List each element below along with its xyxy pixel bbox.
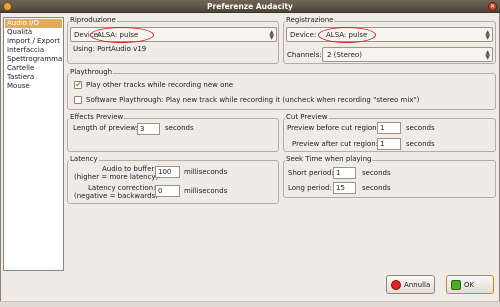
cancel-button[interactable]: Annulla — [386, 275, 435, 294]
software-playthrough-label[interactable]: Software Playthrough: Play new track whi… — [86, 96, 419, 105]
category-item-mouse[interactable]: Mouse — [5, 82, 62, 91]
category-item-qualita[interactable]: Qualità — [5, 28, 62, 37]
portaudio-version: Using: PortAudio v19 — [73, 45, 147, 53]
preview-before-input[interactable]: 1 — [377, 122, 401, 134]
checkmark-icon — [451, 280, 461, 290]
short-period-input[interactable]: 1 — [333, 167, 356, 179]
ok-button-label: OK — [464, 281, 475, 289]
audio-buffer-sublabel: (higher = more latency) — [74, 173, 159, 181]
audio-buffer-input[interactable]: 100 — [155, 166, 180, 178]
long-period-label: Long period: — [288, 184, 332, 192]
preview-length-input[interactable]: 3 — [137, 123, 160, 135]
category-item-tastiera[interactable]: Tastiera — [5, 73, 62, 82]
highlight-circle — [90, 27, 154, 43]
title-bar: Preferenze Audacity ✕ — [0, 0, 500, 13]
category-item-import-export[interactable]: Import / Export — [5, 37, 62, 46]
cancel-icon — [391, 280, 401, 290]
highlight-circle — [318, 27, 376, 43]
long-period-input[interactable]: 15 — [333, 182, 356, 194]
cancel-button-label: Annulla — [404, 281, 431, 289]
long-period-unit: seconds — [362, 184, 391, 192]
preview-before-unit: seconds — [406, 124, 435, 132]
playback-group-title: Riproduzione — [69, 16, 117, 24]
latency-correction-sublabel: (negative = backwards) — [74, 192, 158, 200]
play-other-tracks-label[interactable]: Play other tracks while recording new on… — [86, 81, 233, 90]
preview-length-unit: seconds — [165, 124, 194, 132]
short-period-label: Short period: — [288, 169, 334, 177]
latency-correction-input[interactable]: 0 — [155, 185, 180, 197]
cut-preview-title: Cut Preview — [285, 113, 329, 121]
ok-button[interactable]: OK — [446, 275, 494, 294]
preview-after-input[interactable]: 1 — [377, 138, 401, 150]
preview-before-label: Preview before cut region: — [287, 124, 379, 132]
category-item-audio-io[interactable]: Audio I/O — [5, 19, 62, 28]
short-period-unit: seconds — [362, 169, 391, 177]
seek-time-title: Seek Time when playing — [285, 155, 373, 163]
software-playthrough-checkbox[interactable] — [74, 96, 82, 104]
effects-preview-title: Effects Preview — [69, 113, 125, 121]
recording-group-title: Registrazione — [285, 16, 335, 24]
latency-group-title: Latency — [69, 155, 99, 163]
latency-correction-unit: milliseconds — [184, 187, 228, 195]
category-item-spettrogramma[interactable]: Spettrogramma — [5, 55, 62, 64]
category-item-interfaccia[interactable]: Interfaccia — [5, 46, 62, 55]
preview-length-label: Length of preview: — [73, 124, 138, 132]
channels-label: Channels: — [287, 51, 322, 59]
chevron-updown-icon: ▲ ▼ — [485, 49, 490, 61]
chevron-updown-icon: ▲ ▼ — [269, 29, 274, 41]
audio-buffer-unit: milliseconds — [184, 168, 228, 176]
recording-device-label: Device: — [290, 31, 317, 39]
preview-after-unit: seconds — [406, 140, 435, 148]
playthrough-group-title: Playthrough — [69, 68, 114, 76]
category-list[interactable]: Audio I/O Qualità Import / Export Interf… — [3, 17, 64, 271]
channels-select[interactable]: 2 (Stereo) ▲ ▼ — [322, 47, 493, 62]
channels-value: 2 (Stereo) — [327, 51, 362, 59]
category-item-cartelle[interactable]: Cartelle — [5, 64, 62, 73]
chevron-updown-icon: ▲ ▼ — [485, 29, 490, 41]
preview-after-label: Preview after cut region: — [292, 140, 379, 148]
window-title: Preferenze Audacity — [207, 2, 293, 11]
play-other-tracks-checkbox[interactable] — [74, 80, 82, 89]
close-icon[interactable]: ✕ — [488, 2, 497, 11]
window-bottom-edge — [0, 301, 500, 307]
